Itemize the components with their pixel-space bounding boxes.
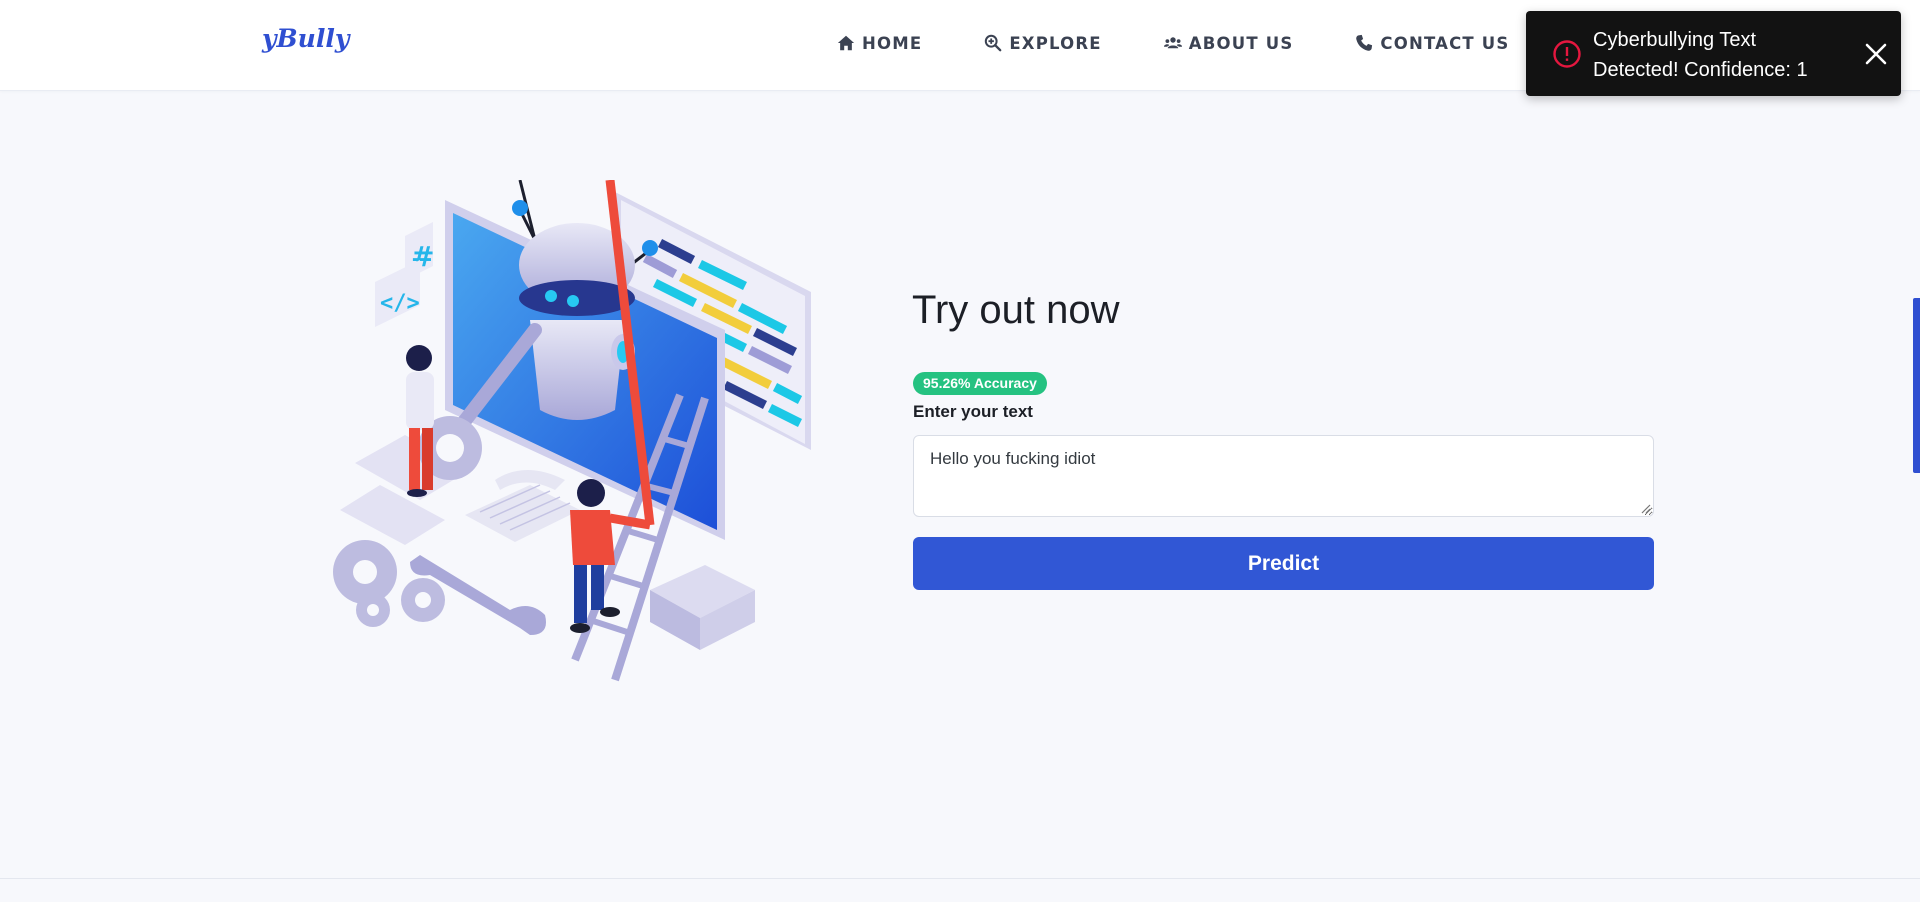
main-nav: HOME EXPLORE ABOUT US CONTACT US: [837, 31, 1510, 55]
error-toast: Cyberbullying Text Detected! Confidence:…: [1526, 11, 1901, 96]
svg-text:</>: </>: [380, 291, 420, 316]
input-label: Enter your text: [913, 402, 1033, 421]
predict-button[interactable]: Predict: [913, 537, 1654, 590]
nav-explore[interactable]: EXPLORE: [984, 31, 1101, 55]
scroll-indicator[interactable]: [1913, 298, 1920, 473]
users-icon: [1163, 37, 1182, 49]
text-input[interactable]: Hello you fucking idiot: [913, 435, 1654, 517]
nav-home[interactable]: HOME: [837, 31, 922, 55]
nav-about-label: ABOUT US: [1188, 33, 1294, 53]
nav-home-label: HOME: [862, 33, 923, 53]
accuracy-badge: 95.26% Accuracy: [913, 372, 1047, 395]
phone-icon: [1356, 34, 1373, 51]
section-divider: [0, 878, 1920, 879]
page-heading: Try out now: [912, 288, 1120, 332]
nav-contact-label: CONTACT US: [1380, 33, 1510, 53]
robot-development-illustration: # </>: [333, 180, 811, 682]
close-icon[interactable]: [1864, 42, 1888, 66]
search-plus-icon: [985, 34, 1002, 52]
home-icon: [837, 35, 855, 51]
nav-about[interactable]: ABOUT US: [1163, 31, 1294, 55]
toast-message: Cyberbullying Text Detected! Confidence:…: [1593, 29, 1808, 81]
error-circle-icon: [1553, 40, 1581, 68]
brand-logo[interactable]: yBully: [262, 24, 349, 53]
nav-contact[interactable]: CONTACT US: [1355, 31, 1509, 55]
nav-explore-label: EXPLORE: [1009, 33, 1102, 53]
